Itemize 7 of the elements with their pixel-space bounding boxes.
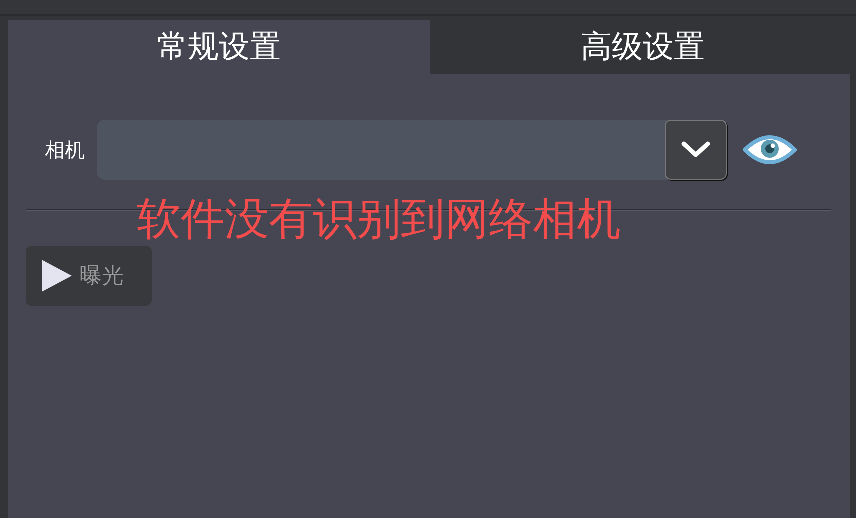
- tab[interactable]: 常规设置: [8, 20, 430, 74]
- play-icon: [40, 258, 74, 294]
- eye-icon[interactable]: [743, 133, 797, 167]
- chevron-down-icon: [680, 140, 712, 160]
- dropdown-button[interactable]: [665, 120, 727, 180]
- warning-message: 软件没有识别到网络相机: [137, 193, 621, 247]
- camera-label: 相机: [45, 136, 85, 164]
